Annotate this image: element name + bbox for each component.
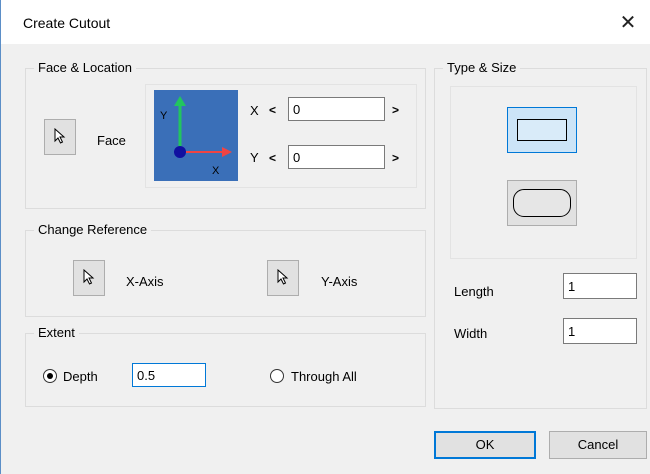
x-coordinate-label: X xyxy=(250,103,259,118)
y-next-arrow[interactable]: > xyxy=(392,151,399,165)
x-axis-pick-button[interactable] xyxy=(73,260,105,296)
pointer-icon xyxy=(53,127,67,147)
depth-radio[interactable] xyxy=(43,369,57,383)
depth-label: Depth xyxy=(63,369,98,384)
preview-axis-y-label: Y xyxy=(160,110,168,122)
x-axis-label: X-Axis xyxy=(126,274,164,289)
y-coordinate-label: Y xyxy=(250,150,259,165)
title-bar: Create Cutout ✕ xyxy=(1,0,650,44)
y-axis-pick-button[interactable] xyxy=(267,260,299,296)
face-pick-button[interactable] xyxy=(44,119,76,155)
cancel-button[interactable]: Cancel xyxy=(549,431,647,459)
rounded-rectangle-shape-button[interactable] xyxy=(507,180,577,226)
close-icon[interactable]: ✕ xyxy=(611,8,645,38)
change-reference-label: Change Reference xyxy=(34,222,152,237)
through-all-label: Through All xyxy=(291,369,357,384)
type-size-label: Type & Size xyxy=(443,60,521,75)
x-prev-arrow[interactable]: < xyxy=(269,103,276,117)
face-preview: Y X xyxy=(154,90,238,181)
length-label: Length xyxy=(454,284,494,299)
rounded-rectangle-shape-icon xyxy=(513,189,571,217)
rectangle-shape-icon xyxy=(517,119,567,141)
y-coordinate-input[interactable] xyxy=(288,145,385,169)
create-cutout-dialog: Create Cutout ✕ Face & Location Face Y X… xyxy=(0,0,650,474)
width-input[interactable] xyxy=(563,318,637,344)
dialog-title: Create Cutout xyxy=(23,15,111,31)
face-location-label: Face & Location xyxy=(34,60,136,75)
extent-label: Extent xyxy=(34,325,79,340)
x-coordinate-input[interactable] xyxy=(288,97,385,121)
pointer-icon xyxy=(276,268,290,288)
axes-preview-graphic: Y X xyxy=(160,96,232,177)
y-axis-label: Y-Axis xyxy=(321,274,358,289)
rectangle-shape-button[interactable] xyxy=(507,107,577,153)
length-input[interactable] xyxy=(563,273,637,299)
face-label: Face xyxy=(97,133,126,148)
x-next-arrow[interactable]: > xyxy=(392,103,399,117)
width-label: Width xyxy=(454,326,488,341)
preview-axis-x-label: X xyxy=(212,165,220,177)
through-all-radio[interactable] xyxy=(270,369,284,383)
y-prev-arrow[interactable]: < xyxy=(269,151,276,165)
depth-input[interactable] xyxy=(132,363,206,387)
ok-button[interactable]: OK xyxy=(434,431,536,459)
pointer-icon xyxy=(82,268,96,288)
